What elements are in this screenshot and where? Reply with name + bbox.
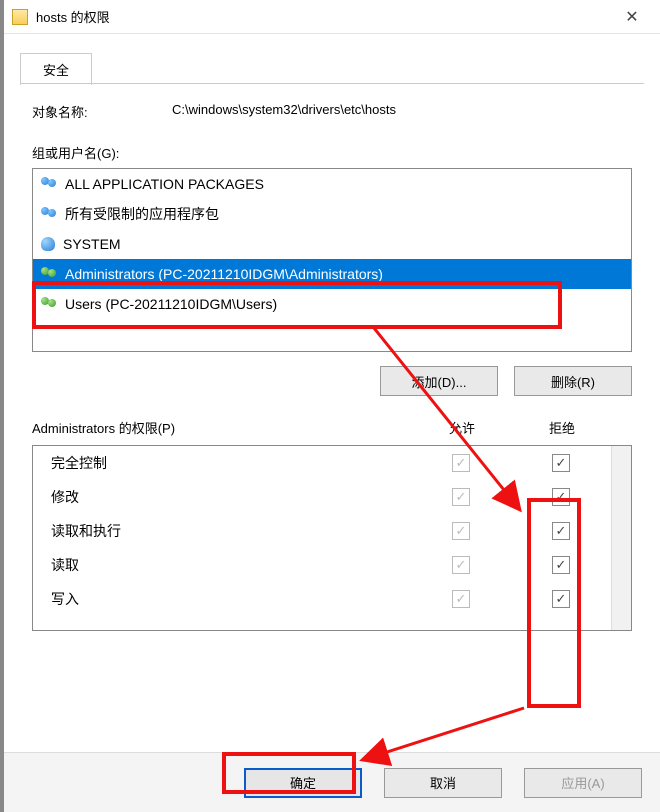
cancel-button[interactable]: 取消 bbox=[384, 768, 502, 798]
deny-checkbox[interactable]: ✓ bbox=[552, 454, 570, 472]
list-item[interactable]: 所有受限制的应用程序包 bbox=[33, 199, 631, 229]
deny-checkbox[interactable]: ✓ bbox=[552, 488, 570, 506]
group-icon bbox=[41, 267, 59, 281]
list-item-label: ALL APPLICATION PACKAGES bbox=[65, 176, 264, 192]
permission-col-deny: 拒绝 bbox=[512, 418, 612, 437]
window-title: hosts 的权限 bbox=[36, 7, 612, 26]
object-label: 对象名称: bbox=[32, 102, 172, 121]
titlebar: hosts 的权限 ✕ bbox=[4, 0, 660, 34]
allow-checkbox[interactable]: ✓ bbox=[452, 590, 470, 608]
permission-name: 完全控制 bbox=[51, 453, 411, 473]
list-item[interactable]: ALL APPLICATION PACKAGES bbox=[33, 169, 631, 199]
allow-checkbox[interactable]: ✓ bbox=[452, 488, 470, 506]
group-icon bbox=[41, 297, 59, 311]
user-icon bbox=[41, 237, 55, 251]
group-listbox[interactable]: ALL APPLICATION PACKAGES 所有受限制的应用程序包 SYS… bbox=[32, 168, 632, 352]
close-button[interactable]: ✕ bbox=[612, 3, 652, 31]
permission-header: Administrators 的权限(P) 允许 拒绝 bbox=[32, 418, 632, 437]
folder-icon bbox=[12, 9, 28, 25]
object-value: C:\windows\system32\drivers\etc\hosts bbox=[172, 102, 632, 121]
dialog-buttons: 确定 取消 应用(A) bbox=[4, 752, 660, 812]
group-label: 组或用户名(G): bbox=[32, 143, 632, 162]
list-item-label: Administrators (PC-20211210IDGM\Administ… bbox=[65, 266, 383, 282]
deny-checkbox[interactable]: ✓ bbox=[552, 590, 570, 608]
permission-row: 完全控制 ✓ ✓ bbox=[33, 446, 611, 480]
apply-button[interactable]: 应用(A) bbox=[524, 768, 642, 798]
remove-button[interactable]: 删除(R) bbox=[514, 366, 632, 396]
permission-list: 完全控制 ✓ ✓ 修改 ✓ ✓ 读取和执行 ✓ ✓ 读取 ✓ ✓ 写入 ✓ bbox=[32, 445, 632, 631]
allow-checkbox[interactable]: ✓ bbox=[452, 454, 470, 472]
add-remove-row: 添加(D)... 删除(R) bbox=[32, 366, 632, 396]
group-icon bbox=[41, 207, 59, 221]
list-item-administrators[interactable]: Administrators (PC-20211210IDGM\Administ… bbox=[33, 259, 631, 289]
permission-header-label: Administrators 的权限(P) bbox=[32, 418, 412, 437]
ok-button[interactable]: 确定 bbox=[244, 768, 362, 798]
list-item-label: Users (PC-20211210IDGM\Users) bbox=[65, 296, 277, 312]
permission-name: 写入 bbox=[51, 589, 411, 609]
permission-col-allow: 允许 bbox=[412, 418, 512, 437]
permission-row-truncated bbox=[33, 616, 611, 630]
scrollbar[interactable] bbox=[611, 446, 631, 630]
tab-security[interactable]: 安全 bbox=[20, 53, 92, 85]
list-item[interactable]: SYSTEM bbox=[33, 229, 631, 259]
add-button[interactable]: 添加(D)... bbox=[380, 366, 498, 396]
list-item[interactable]: Users (PC-20211210IDGM\Users) bbox=[33, 289, 631, 319]
permission-row: 读取和执行 ✓ ✓ bbox=[33, 514, 611, 548]
permission-row: 修改 ✓ ✓ bbox=[33, 480, 611, 514]
permission-name: 读取和执行 bbox=[51, 521, 411, 541]
tab-strip: 安全 bbox=[4, 34, 660, 84]
list-item-label: 所有受限制的应用程序包 bbox=[65, 204, 219, 224]
deny-checkbox[interactable]: ✓ bbox=[552, 556, 570, 574]
deny-checkbox[interactable]: ✓ bbox=[552, 522, 570, 540]
permission-name: 读取 bbox=[51, 555, 411, 575]
group-icon bbox=[41, 177, 59, 191]
list-item-label: SYSTEM bbox=[63, 236, 121, 252]
allow-checkbox[interactable]: ✓ bbox=[452, 556, 470, 574]
permission-name: 修改 bbox=[51, 487, 411, 507]
permission-row: 读取 ✓ ✓ bbox=[33, 548, 611, 582]
permission-row: 写入 ✓ ✓ bbox=[33, 582, 611, 616]
allow-checkbox[interactable]: ✓ bbox=[452, 522, 470, 540]
object-row: 对象名称: C:\windows\system32\drivers\etc\ho… bbox=[32, 102, 632, 121]
dialog-content: 对象名称: C:\windows\system32\drivers\etc\ho… bbox=[4, 84, 660, 641]
